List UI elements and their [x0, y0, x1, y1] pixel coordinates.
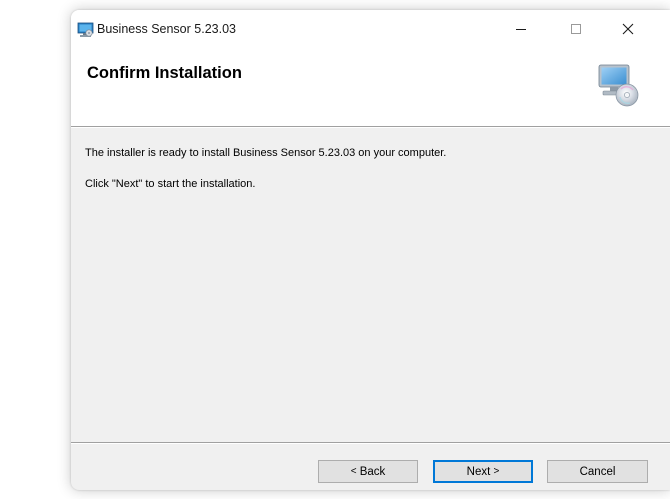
installer-window: Business Sensor 5.23.03 Confirm Installa…: [71, 10, 670, 490]
back-button[interactable]: < Back: [318, 460, 418, 483]
header-banner: Confirm Installation: [71, 50, 670, 127]
instruction-message: Click "Next" to start the installation.: [85, 178, 256, 190]
footer-divider-highlight: [71, 443, 670, 444]
page-title: Confirm Installation: [87, 64, 242, 82]
next-button-label: Next: [466, 465, 494, 478]
ready-message: The installer is ready to install Busine…: [85, 147, 447, 159]
close-icon: [622, 23, 634, 35]
maximize-icon: [571, 24, 581, 34]
back-button-label: Back: [356, 465, 386, 478]
minimize-button[interactable]: [498, 10, 544, 48]
computer-disc-icon: [598, 64, 639, 107]
banner-divider: [71, 127, 670, 128]
close-button[interactable]: [605, 10, 651, 48]
window-title: Business Sensor 5.23.03: [97, 22, 236, 36]
next-button[interactable]: Next >: [433, 460, 533, 483]
maximize-button[interactable]: [553, 10, 599, 48]
cancel-button-label: Cancel: [579, 465, 616, 478]
title-bar[interactable]: Business Sensor 5.23.03: [71, 10, 670, 50]
cancel-button[interactable]: Cancel: [547, 460, 648, 483]
chevron-right-icon: >: [493, 466, 500, 477]
app-icon: [77, 22, 94, 37]
minimize-icon: [516, 29, 526, 30]
desktop-area: Business Sensor 5.23.03 Confirm Installa…: [0, 0, 670, 499]
